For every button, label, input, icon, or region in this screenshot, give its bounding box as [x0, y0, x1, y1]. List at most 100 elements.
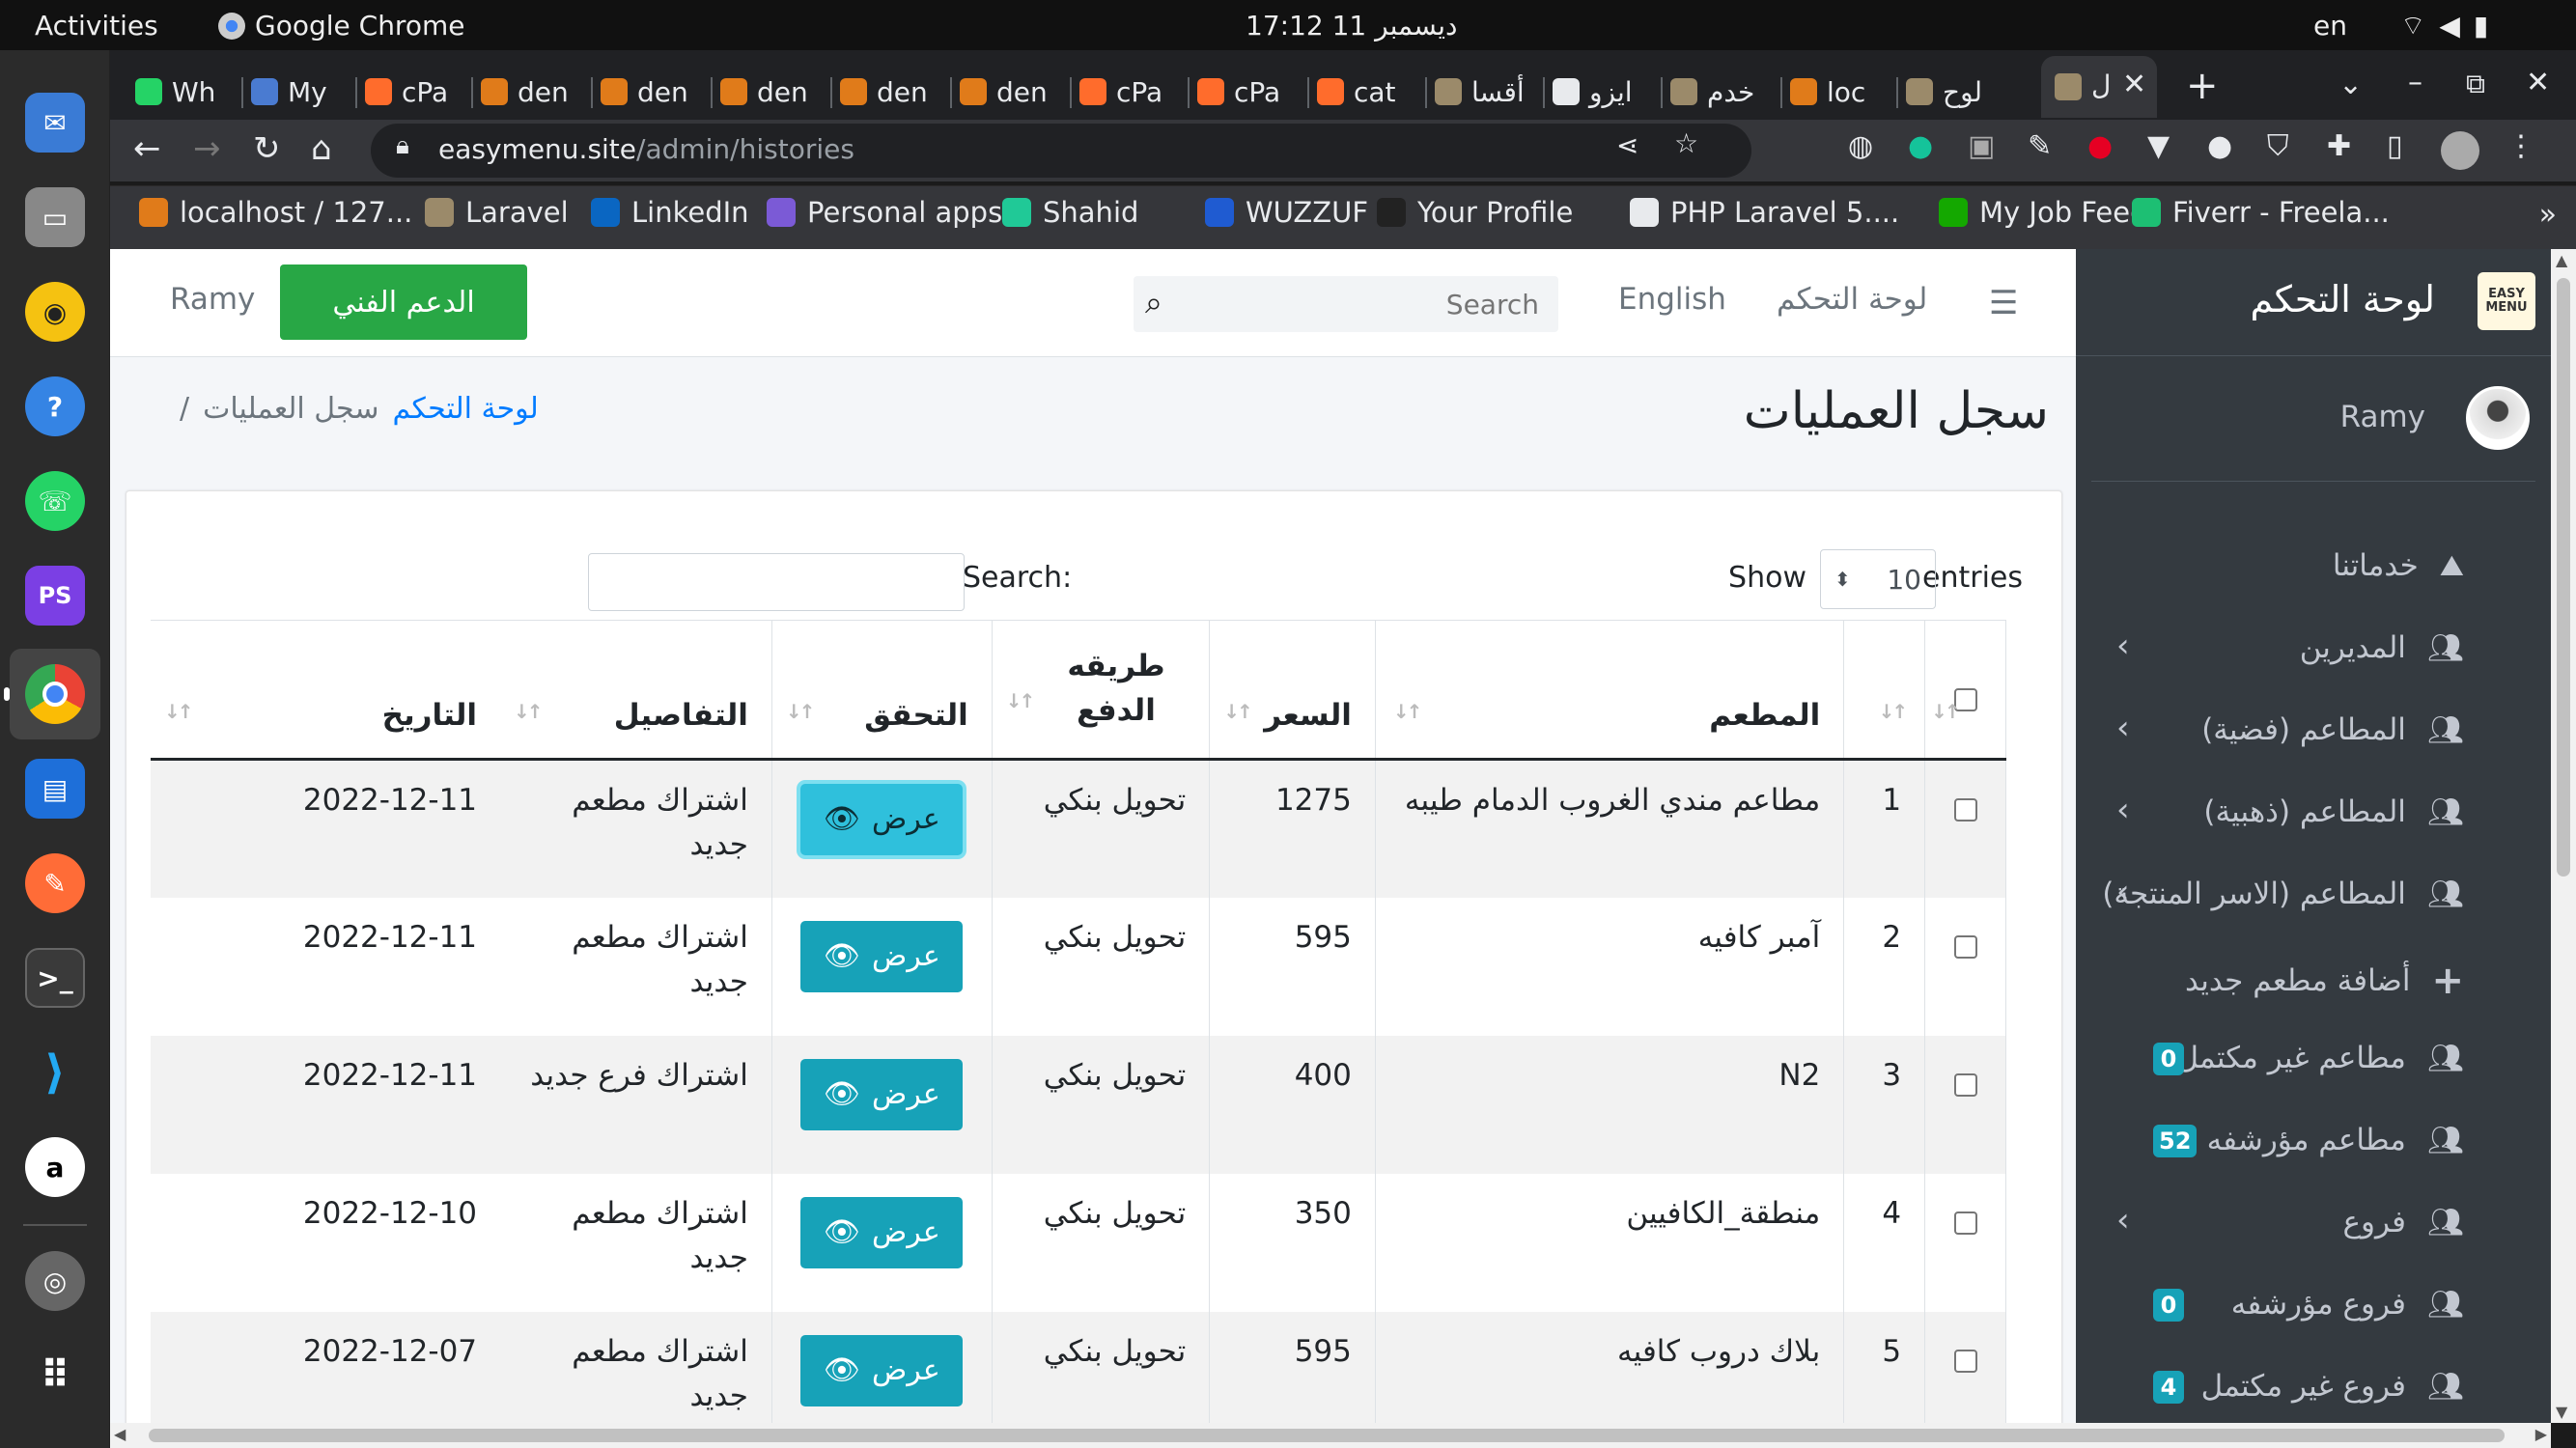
sidebar-item[interactable]: 👥︎ المطاعم (الاسر المنتجة) [2102, 877, 2464, 911]
new-tab-icon[interactable]: + [2186, 64, 2219, 108]
sidebar-item[interactable]: 👥︎ المطاعم (ذهبية) [2203, 794, 2464, 829]
maximize-icon[interactable]: ⧉ [2466, 68, 2485, 100]
trash-icon[interactable]: ◎ [25, 1251, 85, 1311]
whatsapp-icon[interactable]: ☏ [25, 471, 85, 531]
more-bookmarks-icon[interactable]: » [2539, 198, 2557, 232]
bookmark-item[interactable]: Fiverr - Freela... [2132, 196, 2390, 229]
chrome-icon[interactable] [25, 664, 85, 724]
sidebar-item[interactable]: 👥︎ فروع مؤرشفه [2231, 1287, 2464, 1322]
grammarly-icon[interactable]: ● [1908, 129, 1933, 163]
chevron-left-icon[interactable]: ‹ [2116, 1201, 2130, 1239]
pinterest-icon[interactable]: ● [2087, 129, 2113, 163]
browser-tab[interactable]: den [960, 66, 1066, 118]
vertical-scrollbar[interactable]: ▲ ▼ [2551, 249, 2576, 1423]
kebab-menu-icon[interactable]: ⋮ [2506, 129, 2535, 163]
bookmark-item[interactable]: Shahid [1002, 196, 1138, 229]
sort-icon[interactable]: ↑↓ [1931, 700, 1960, 723]
app-menu[interactable]: Google Chrome [218, 10, 464, 42]
nav-link-dashboard[interactable]: لوحة التحكم [1777, 282, 1927, 317]
input-language[interactable]: en [2313, 10, 2347, 42]
address-bar[interactable]: 🔒︎ easymenu.site/admin/histories ⋖ ☆ [371, 124, 1751, 178]
vue-devtools-icon[interactable]: ▼ [2147, 129, 2170, 163]
row-checkbox[interactable] [1953, 934, 1977, 959]
row-checkbox[interactable] [1953, 1211, 1977, 1235]
row-checkbox[interactable] [1953, 798, 1977, 821]
scroll-left-icon[interactable]: ◀ [114, 1425, 126, 1443]
browser-tab[interactable]: Wh [135, 66, 241, 118]
share-icon[interactable]: ⋖ [1616, 129, 1638, 161]
browser-tab[interactable]: cat [1317, 66, 1423, 118]
chevron-left-icon[interactable]: ‹ [2116, 791, 2130, 829]
browser-tab[interactable]: den [840, 66, 946, 118]
window-close-icon[interactable]: ✕ [2526, 66, 2550, 99]
user-avatar[interactable] [2466, 386, 2530, 450]
browser-tab[interactable]: cPa [1197, 66, 1303, 118]
scroll-down-icon[interactable]: ▼ [2556, 1403, 2567, 1421]
profile-avatar[interactable] [2441, 131, 2479, 170]
language-switch-link[interactable]: English [1618, 282, 1726, 317]
vscode-icon[interactable]: ⟩ [25, 1043, 85, 1102]
horizontal-scrollbar[interactable]: ◀ ▶ [110, 1423, 2551, 1448]
bookmark-item[interactable]: WUZZUF [1205, 196, 1368, 229]
view-button[interactable]: عرض 👁︎ [800, 920, 964, 992]
extensions-puzzle-icon[interactable]: ✚ [2327, 129, 2351, 163]
forward-icon[interactable]: → [193, 129, 221, 168]
sidebar-item[interactable]: 👥︎ فروع غير مكتمل [2201, 1369, 2464, 1404]
tab-close-icon[interactable]: ✕ [2122, 68, 2146, 101]
navbar-search-input[interactable] [1191, 276, 1554, 332]
active-tab[interactable]: ل ✕ [2041, 56, 2157, 118]
scroll-up-icon[interactable]: ▲ [2556, 251, 2567, 269]
brand-logo[interactable]: EASY MENU [2478, 272, 2535, 330]
sidebar-brand-title[interactable]: لوحة التحكم [2250, 278, 2435, 320]
sidebar-item[interactable]: 👥︎ المطاعم (فضية) [2201, 712, 2464, 747]
column-header-number[interactable]: ↑↓ [1843, 620, 1926, 761]
chevron-left-icon[interactable]: ‹ [2116, 709, 2130, 747]
browser-tab[interactable]: ايزو [1553, 66, 1659, 118]
browser-tab[interactable]: den [720, 66, 826, 118]
sidebar-item[interactable]: 👥︎ المديرين [2300, 630, 2464, 665]
entries-select[interactable]: ⬍ 10 [1820, 549, 1936, 609]
rhythmbox-icon[interactable]: ◉ [25, 282, 85, 342]
files-icon[interactable]: ▭ [25, 187, 85, 247]
view-button[interactable]: عرض 👁︎ [800, 1058, 964, 1130]
browser-tab[interactable]: cPa [1079, 66, 1186, 118]
sidebar-item[interactable]: + أضافة مطعم جديد [2185, 959, 2464, 1003]
thunderbird-icon[interactable]: ✉ [25, 93, 85, 153]
column-header-details[interactable]: التفاصيل ↑↓ [500, 620, 772, 761]
bookmark-item[interactable]: My Job Feed [1939, 196, 2148, 229]
support-button[interactable]: الدعم الفني [280, 265, 527, 340]
extension-icon[interactable]: ● [2207, 129, 2232, 163]
sidebar-user-name[interactable]: Ramy [2340, 400, 2425, 434]
activities-button[interactable]: Activities [35, 10, 158, 42]
navbar-user[interactable]: Ramy [170, 282, 255, 317]
minimize-icon[interactable]: – [2408, 66, 2422, 99]
view-button[interactable]: عرض 👁︎ [800, 1196, 964, 1268]
chevron-left-icon[interactable]: ‹ [2116, 873, 2130, 911]
sidebar-item[interactable]: 👥︎ مطاعم مؤرشفه [2207, 1123, 2464, 1157]
libreoffice-writer-icon[interactable]: ▤ [25, 759, 85, 819]
system-tray[interactable]: ⌔◀▮ [2400, 10, 2502, 43]
browser-tab[interactable]: أقسا [1435, 66, 1541, 118]
vertical-scroll-thumb[interactable] [2557, 278, 2570, 877]
breadcrumb-home-link[interactable]: لوحة التحكم [393, 392, 539, 426]
column-header-price[interactable]: السعر ↑↓ [1209, 620, 1376, 761]
hamburger-menu-icon[interactable]: ☰ [1989, 284, 2018, 322]
sidebar-item[interactable]: ⛰ خدماتنا [2333, 548, 2464, 583]
shield-icon[interactable]: ⛉ [2267, 129, 2289, 163]
column-header-select[interactable]: ↑↓ [1924, 620, 2006, 761]
terminal-icon[interactable]: >_ [25, 948, 85, 1008]
bookmark-item[interactable]: Personal apps... [767, 196, 1029, 229]
extension-icon[interactable]: ◍ [1848, 129, 1873, 163]
row-checkbox[interactable] [1953, 1349, 1977, 1373]
app-grid-icon[interactable]: ⠿ [25, 1346, 85, 1406]
table-search-input[interactable] [588, 553, 965, 611]
chevron-left-icon[interactable]: ‹ [2116, 627, 2130, 665]
tab-search-chevron-icon[interactable]: ⌄ [2338, 68, 2363, 101]
view-button[interactable]: عرض 👁︎ [800, 784, 964, 855]
anydesk-icon[interactable]: a [25, 1137, 85, 1197]
browser-tab[interactable]: cPa [365, 66, 471, 118]
column-header-date[interactable]: التاريخ ↑↓ [151, 620, 501, 761]
column-header-restaurant[interactable]: المطعم ↑↓ [1375, 620, 1845, 761]
extension-icon[interactable]: ▣ [1968, 129, 1995, 163]
phpstorm-icon[interactable]: PS [25, 566, 85, 626]
